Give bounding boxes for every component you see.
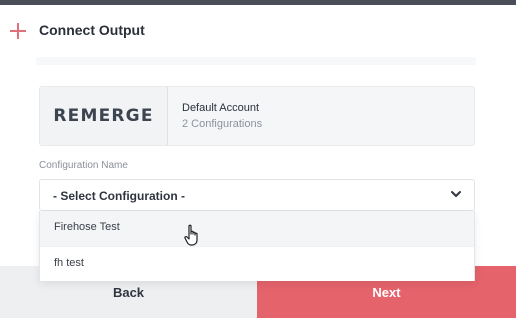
remerge-logo: REMERGE [53, 106, 154, 126]
page-title: Connect Output [39, 22, 145, 38]
account-configurations-count: 2 Configurations [182, 118, 263, 130]
divider [36, 57, 476, 65]
account-name: Default Account [182, 102, 260, 114]
dropdown-option[interactable]: Firehose Test [40, 211, 474, 246]
configuration-name-label: Configuration Name [39, 160, 128, 171]
chevron-down-icon[interactable] [450, 188, 462, 200]
configuration-select-value: - Select Configuration - [53, 189, 185, 203]
plus-icon[interactable] [10, 23, 26, 39]
configuration-select[interactable]: - Select Configuration - [39, 179, 475, 211]
configuration-dropdown: Firehose Test fh test [39, 211, 475, 281]
dropdown-option-label: Firehose Test [54, 221, 120, 233]
hand-cursor-icon [184, 224, 198, 246]
header: Connect Output [0, 5, 516, 57]
dropdown-option[interactable]: fh test [40, 246, 474, 281]
dropdown-option-label: fh test [54, 257, 84, 269]
account-logo-box: REMERGE [40, 87, 168, 145]
account-card: REMERGE Default Account 2 Configurations [39, 86, 475, 146]
